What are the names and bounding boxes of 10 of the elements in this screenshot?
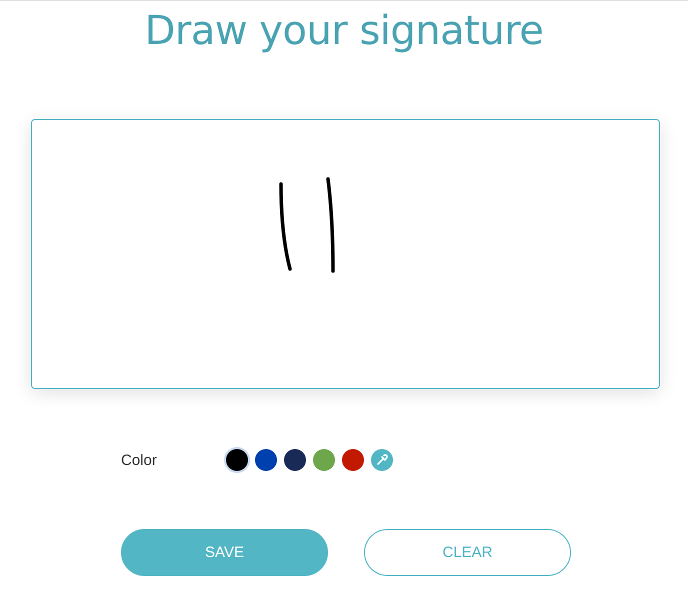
color-swatch[interactable] bbox=[226, 449, 248, 471]
page-title: Draw your signature bbox=[144, 9, 544, 53]
clear-button[interactable]: CLEAR bbox=[364, 529, 571, 576]
color-swatch[interactable] bbox=[313, 449, 335, 471]
eyedropper-icon bbox=[376, 454, 388, 466]
color-swatch[interactable] bbox=[284, 449, 306, 471]
color-swatch[interactable] bbox=[255, 449, 277, 471]
color-label: Color bbox=[121, 452, 158, 468]
color-swatch[interactable] bbox=[342, 449, 364, 471]
save-button[interactable]: SAVE bbox=[121, 529, 328, 576]
